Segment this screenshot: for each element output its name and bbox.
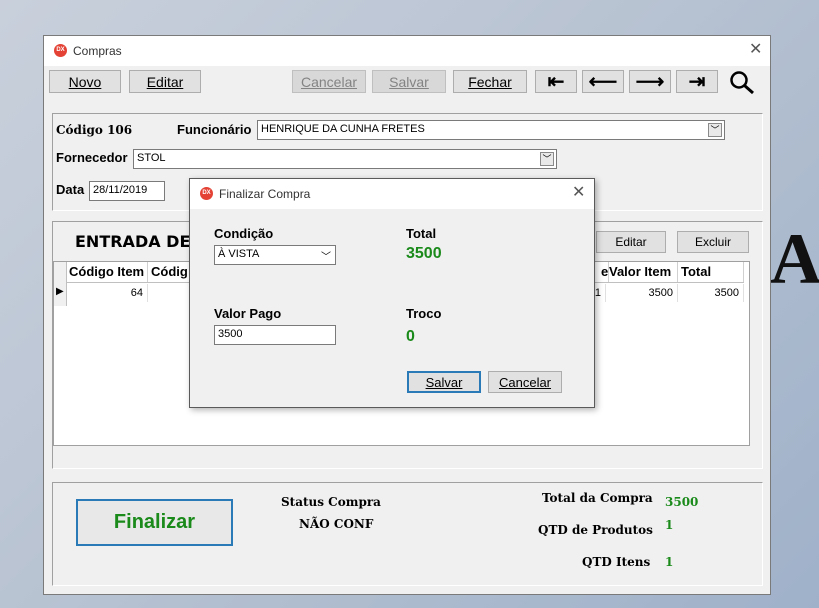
novo-label: Novo — [68, 73, 102, 90]
salvar-label: Salvar — [389, 73, 429, 90]
dialog-cancelar-label: Cancelar — [498, 374, 552, 390]
app-icon: DX — [54, 44, 67, 57]
column-header[interactable]: Total — [678, 262, 744, 282]
next-record-button[interactable]: ⟶ — [629, 70, 671, 93]
valor-pago-value: 3500 — [218, 328, 243, 340]
finalizar-label: Finalizar — [113, 511, 196, 533]
chevron-down-icon[interactable]: ﹀ — [708, 123, 722, 137]
troco-value: 0 — [406, 328, 415, 345]
fornecedor-select[interactable]: STOL ﹀ — [133, 149, 557, 169]
fornecedor-label: Fornecedor — [56, 150, 128, 165]
fechar-button[interactable]: Fechar — [453, 70, 527, 93]
funcionario-value: HENRIQUE DA CUNHA FRETES — [261, 123, 425, 135]
chevron-down-icon: ﹀ — [321, 252, 331, 263]
dialog-app-icon: DX — [200, 187, 213, 200]
troco-label: Troco — [406, 306, 442, 321]
last-record-icon: ⇥ — [688, 71, 706, 93]
next-record-icon: ⟶ — [635, 71, 665, 93]
table-cell[interactable]: 3500 — [678, 284, 744, 302]
chevron-down-icon[interactable]: ﹀ — [540, 152, 554, 166]
data-value: 28/11/2019 — [93, 184, 148, 196]
salvar-button[interactable]: Salvar — [372, 70, 446, 93]
condicao-select[interactable]: À VISTA ﹀ — [214, 245, 336, 265]
section-title: ENTRADA DE I — [75, 232, 202, 251]
close-icon[interactable]: ✕ — [749, 42, 762, 58]
funcionario-select[interactable]: HENRIQUE DA CUNHA FRETES ﹀ — [257, 120, 725, 140]
first-record-button[interactable]: ⇤ — [535, 70, 577, 93]
column-header[interactable]: Código Item — [66, 262, 148, 282]
cancelar-button[interactable]: Cancelar — [292, 70, 366, 93]
dialog-salvar-label: Salvar — [425, 374, 463, 390]
total-compra-value: 3500 — [665, 495, 699, 509]
item-excluir-label: Excluir — [694, 235, 731, 249]
status-label: Status Compra — [281, 495, 381, 509]
total-value: 3500 — [406, 245, 442, 262]
fornecedor-value: STOL — [137, 152, 166, 164]
data-label: Data — [56, 182, 85, 197]
dialog-salvar-button[interactable]: Salvar — [407, 371, 481, 393]
total-compra-label: Total da Compra — [542, 491, 653, 505]
editar-button[interactable]: Editar — [129, 70, 201, 93]
finalizar-compra-dialog: DX Finalizar Compra ✕ Condição À VISTA ﹀… — [189, 178, 595, 408]
search-button[interactable] — [725, 69, 757, 95]
valor-pago-label: Valor Pago — [214, 306, 282, 321]
window-title: Compras — [73, 44, 122, 58]
title-bar: DX Compras ✕ — [44, 36, 770, 66]
codigo-label: Código 106 — [56, 123, 133, 137]
condicao-value: À VISTA — [218, 248, 260, 260]
last-record-button[interactable]: ⇥ — [676, 70, 718, 93]
condicao-label: Condição — [214, 226, 274, 241]
background-letter: A — [770, 219, 819, 299]
table-cell[interactable]: 64 — [66, 284, 148, 302]
table-cell[interactable]: 3500 — [606, 284, 678, 302]
finalizar-button[interactable]: Finalizar — [76, 499, 233, 546]
qtd-itens-label: QTD Itens — [582, 555, 651, 569]
item-editar-button[interactable]: Editar — [596, 231, 666, 253]
funcionario-label: Funcionário — [177, 122, 252, 137]
qtd-produtos-value: 1 — [665, 518, 674, 532]
novo-button[interactable]: Novo — [49, 70, 121, 93]
dialog-title: Finalizar Compra — [219, 187, 311, 201]
column-header[interactable]: Códig — [148, 262, 190, 282]
first-record-icon: ⇤ — [547, 71, 565, 93]
editar-label: Editar — [146, 73, 184, 90]
qtd-produtos-label: QTD de Produtos — [538, 523, 653, 537]
column-header[interactable]: Valor Item — [606, 262, 678, 282]
previous-record-button[interactable]: ⟵ — [582, 70, 624, 93]
valor-pago-input[interactable]: 3500 — [214, 325, 336, 345]
dialog-cancelar-button[interactable]: Cancelar — [488, 371, 562, 393]
data-field[interactable]: 28/11/2019 — [89, 181, 165, 201]
total-label: Total — [406, 226, 437, 241]
search-icon — [730, 71, 754, 95]
cancelar-label: Cancelar — [300, 73, 358, 90]
previous-record-icon: ⟵ — [588, 71, 618, 93]
table-cell[interactable]: 1 — [594, 284, 606, 302]
close-icon[interactable]: ✕ — [572, 185, 585, 201]
fechar-label: Fechar — [468, 73, 512, 90]
item-excluir-button[interactable]: Excluir — [677, 231, 749, 253]
row-pointer-icon: ▶ — [56, 286, 64, 297]
item-editar-label: Editar — [615, 235, 647, 249]
dialog-title-bar: DX Finalizar Compra ✕ — [190, 179, 594, 209]
status-value: NÃO CONF — [299, 517, 374, 531]
qtd-itens-value: 1 — [665, 555, 674, 569]
